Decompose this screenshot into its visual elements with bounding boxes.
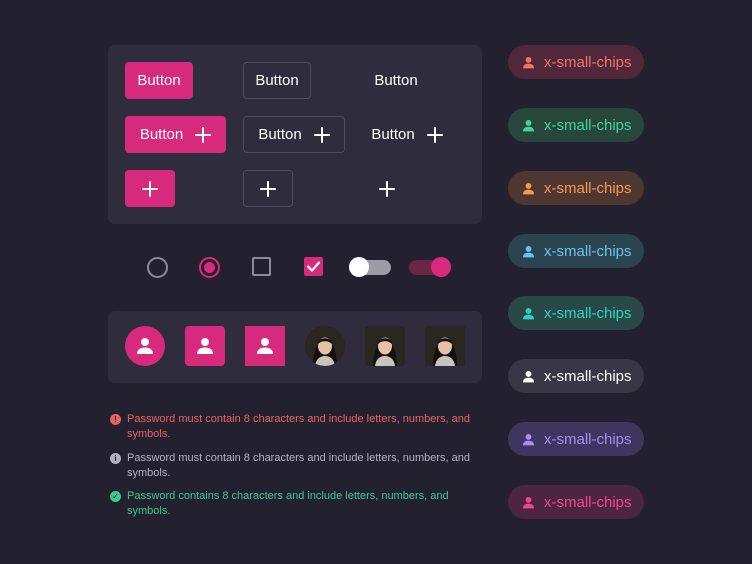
error-icon: ! [110, 414, 121, 425]
success-icon: ✓ [110, 491, 121, 502]
primary-icon-button-label: Button [139, 126, 184, 143]
plus-icon [313, 126, 330, 143]
success-message-text: Password contains 8 characters and inclu… [127, 490, 449, 517]
person-icon [522, 370, 535, 382]
error-message-text: Password must contain 8 characters and i… [127, 413, 471, 440]
chip-label: x-small-chips [544, 116, 632, 134]
chip[interactable]: x-small-chips [508, 422, 644, 456]
primary-add-icon-button[interactable] [125, 170, 175, 207]
primary-icon-button[interactable]: Button [125, 116, 226, 153]
plus-icon [426, 126, 443, 143]
switch-knob [349, 257, 369, 277]
success-message: ✓ Password contains 8 characters and inc… [110, 489, 480, 519]
toggle-switch-off[interactable] [349, 257, 391, 277]
outline-icon-button[interactable]: Button [243, 116, 345, 153]
switch-knob [431, 257, 451, 277]
text-button-label: Button [374, 72, 418, 89]
plus-icon [260, 180, 276, 197]
text-button[interactable]: Button [362, 62, 430, 99]
plus-icon [379, 180, 395, 197]
avatar-photo-square [425, 326, 465, 366]
chip-label: x-small-chips [544, 242, 632, 260]
plus-icon [195, 126, 212, 143]
radio-checked[interactable] [199, 257, 220, 278]
chip[interactable]: x-small-chips [508, 171, 644, 205]
person-icon [522, 119, 535, 131]
plus-icon [142, 180, 158, 197]
chip[interactable]: x-small-chips [508, 234, 644, 268]
avatar-square [245, 326, 285, 366]
checkmark-icon [306, 261, 321, 272]
person-icon [522, 307, 535, 319]
text-icon-button-label: Button [371, 126, 415, 143]
chip[interactable]: x-small-chips [508, 485, 644, 519]
chip-label: x-small-chips [544, 304, 632, 322]
person-icon [522, 182, 535, 194]
outline-add-icon-button[interactable] [243, 170, 293, 207]
chip-label: x-small-chips [544, 367, 632, 385]
chip[interactable]: x-small-chips [508, 359, 644, 393]
avatar-circle [125, 326, 165, 366]
person-icon [197, 338, 213, 354]
avatar-photo-rounded [365, 326, 405, 366]
photo-portrait-icon [305, 326, 345, 366]
outline-button[interactable]: Button [243, 62, 311, 99]
person-icon [522, 245, 535, 257]
info-message: i Password must contain 8 characters and… [110, 451, 480, 481]
person-icon [257, 338, 273, 354]
text-icon-button[interactable]: Button [362, 116, 452, 153]
person-icon [522, 433, 535, 445]
avatar-rounded [185, 326, 225, 366]
primary-button-label: Button [137, 72, 181, 89]
toggle-switch-on[interactable] [409, 257, 451, 277]
info-message-text: Password must contain 8 characters and i… [127, 452, 471, 479]
photo-portrait-icon [365, 326, 405, 366]
outline-button-label: Button [255, 72, 299, 89]
checkbox-unchecked[interactable] [252, 257, 271, 276]
chip[interactable]: x-small-chips [508, 296, 644, 330]
chip-label: x-small-chips [544, 493, 632, 511]
outline-icon-button-label: Button [258, 126, 302, 143]
person-icon [137, 338, 153, 354]
person-icon [522, 56, 535, 68]
chip-label: x-small-chips [544, 430, 632, 448]
chip-label: x-small-chips [544, 179, 632, 197]
info-icon: i [110, 453, 121, 464]
text-add-icon-button[interactable] [362, 170, 412, 207]
chip-label: x-small-chips [544, 53, 632, 71]
error-message: ! Password must contain 8 characters and… [110, 412, 480, 442]
chip[interactable]: x-small-chips [508, 108, 644, 142]
chip[interactable]: x-small-chips [508, 45, 644, 79]
primary-button[interactable]: Button [125, 62, 193, 99]
avatar-photo-circle [305, 326, 345, 366]
radio-unchecked[interactable] [147, 257, 168, 278]
person-icon [522, 496, 535, 508]
photo-portrait-icon [425, 326, 465, 366]
checkbox-checked[interactable] [304, 257, 323, 276]
